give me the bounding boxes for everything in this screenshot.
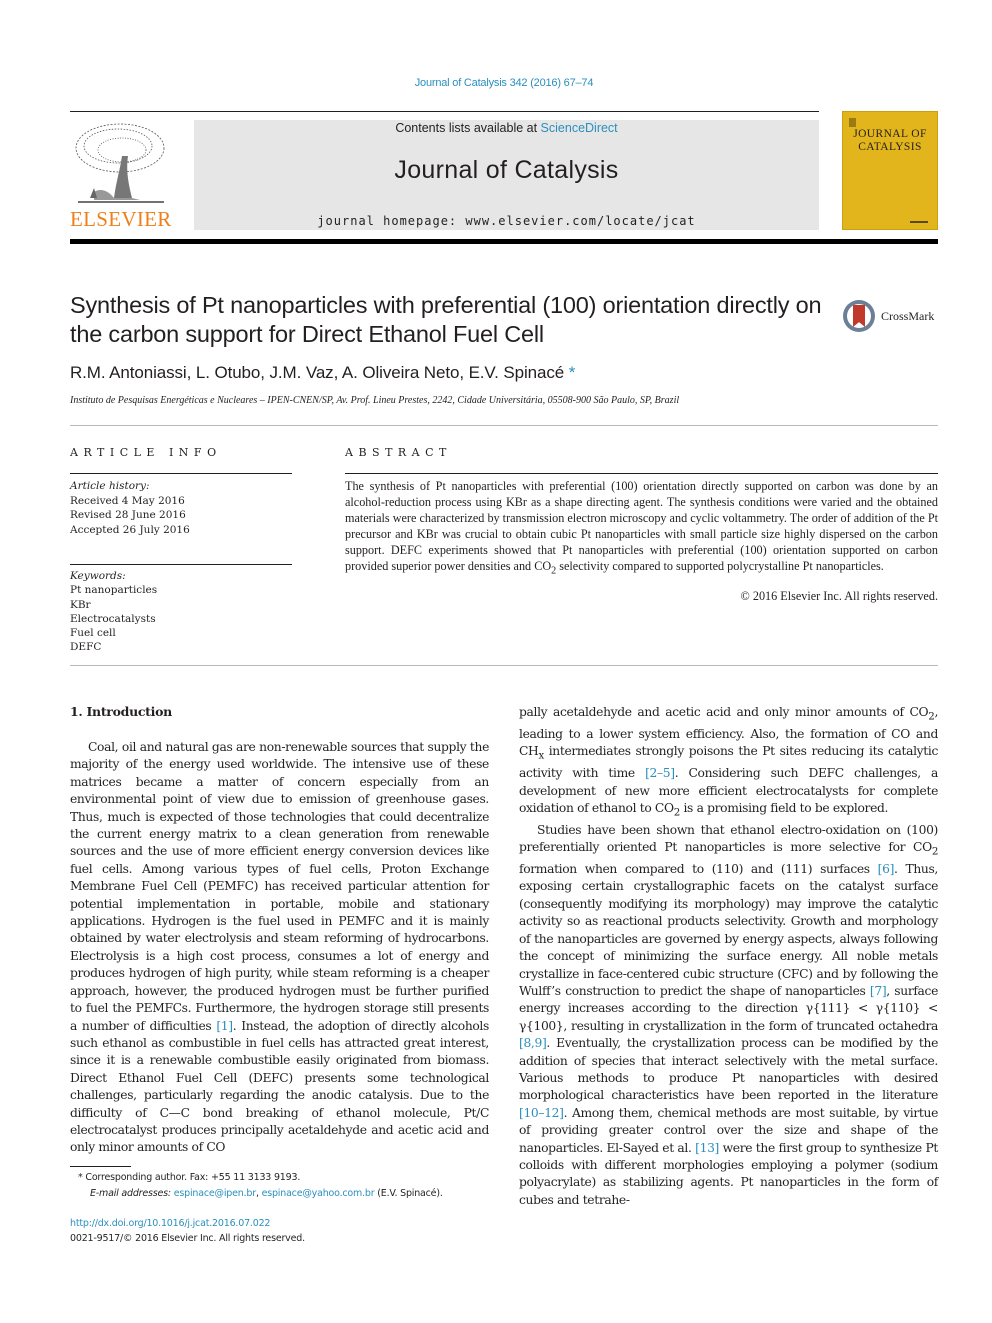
body-paragraph: pally acetaldehyde and acetic acid and o… [519, 705, 938, 819]
history-received: Received 4 May 2016 [70, 494, 185, 507]
header-thick-rule [70, 239, 938, 244]
keyword-item: Fuel cell [70, 627, 116, 640]
abstract-heading: ABSTRACT [345, 446, 452, 459]
keywords-rule [70, 564, 292, 565]
journal-banner: Contents lists available at ScienceDirec… [194, 120, 819, 230]
article-history: Article history: Received 4 May 2016 Rev… [70, 479, 190, 537]
keyword-item: DEFC [70, 641, 102, 654]
issn-copyright: 0021-9517/© 2016 Elsevier Inc. All right… [70, 1233, 305, 1244]
affiliation: Instituto de Pesquisas Energéticas e Nuc… [70, 395, 680, 406]
keyword-item: Pt nanoparticles [70, 584, 158, 597]
journal-citation-link[interactable]: Journal of Catalysis 342 (2016) 67–74 [0, 77, 992, 89]
crossmark-button[interactable]: CrossMark [843, 298, 943, 334]
history-accepted: Accepted 26 July 2016 [70, 523, 190, 536]
history-revised: Revised 28 June 2016 [70, 509, 186, 521]
footnote: * Corresponding author. Fax: +55 11 3133… [78, 1170, 443, 1202]
section-divider [70, 665, 938, 666]
elsevier-wordmark: ELSEVIER [70, 207, 172, 231]
keywords-label: Keywords: [70, 570, 126, 582]
abstract-text: The synthesis of Pt nanoparticles with p… [345, 479, 938, 577]
abstract-rule [345, 473, 938, 474]
keyword-item: KBr [70, 598, 91, 611]
cover-title: JOURNAL OF CATALYSIS [843, 128, 937, 154]
header-rule [70, 111, 819, 112]
citation-link[interactable]: [7] [870, 984, 887, 998]
article-title: Synthesis of Pt nanoparticles with prefe… [70, 292, 822, 347]
email-link[interactable]: espinace@yahoo.com.br [262, 1188, 375, 1199]
sciencedirect-link[interactable]: ScienceDirect [541, 121, 618, 135]
crossmark-label: CrossMark [881, 308, 935, 323]
body-paragraph: Coal, oil and natural gas are non-renewa… [70, 740, 489, 1155]
cover-title-line2: CATALYSIS [858, 141, 922, 153]
body-column-right: pally acetaldehyde and acetic acid and o… [519, 704, 938, 1209]
author-list: R.M. Antoniassi, L. Otubo, J.M. Vaz, A. … [70, 363, 575, 383]
history-label: Article history: [70, 480, 150, 492]
journal-cover-thumbnail[interactable]: JOURNAL OF CATALYSIS [842, 111, 938, 230]
citation-link[interactable]: [13] [695, 1141, 719, 1155]
contents-prefix: Contents lists available at [395, 121, 541, 135]
citation-link[interactable]: [8,9] [519, 1036, 547, 1050]
keywords: Keywords: Pt nanoparticles KBr Electroca… [70, 569, 157, 655]
email-addresses: E-mail addresses: espinace@ipen.br, espi… [90, 1188, 443, 1199]
corresponding-author-note: * Corresponding author. Fax: +55 11 3133… [78, 1172, 301, 1183]
abstract-copyright: © 2016 Elsevier Inc. All rights reserved… [740, 589, 938, 603]
email-link[interactable]: espinace@ipen.br [174, 1188, 256, 1199]
journal-name: Journal of Catalysis [394, 156, 619, 184]
doi-link[interactable]: http://dx.doi.org/10.1016/j.jcat.2016.07… [70, 1218, 270, 1229]
article-info-heading: ARTICLE INFO [70, 446, 222, 459]
elsevier-logo[interactable]: ELSEVIER [70, 120, 172, 232]
doi-block: http://dx.doi.org/10.1016/j.jcat.2016.07… [70, 1216, 305, 1246]
citation-link[interactable]: [2–5] [645, 766, 675, 780]
citation-link[interactable]: [6] [878, 862, 895, 876]
corresponding-author-link[interactable]: * [569, 363, 576, 382]
crossmark-icon [843, 300, 875, 332]
cover-title-line1: JOURNAL OF [853, 128, 927, 140]
authors-text: R.M. Antoniassi, L. Otubo, J.M. Vaz, A. … [70, 363, 565, 382]
section-title-introduction: 1. Introduction [70, 704, 172, 719]
body-column-left: Coal, oil and natural gas are non-renewa… [70, 739, 489, 1157]
contents-line: Contents lists available at ScienceDirec… [194, 121, 819, 135]
keyword-item: Electrocatalysts [70, 612, 156, 625]
elsevier-tree-icon [75, 123, 165, 203]
section-divider [70, 425, 938, 426]
body-paragraph: Studies have been shown that ethanol ele… [519, 822, 938, 1207]
citation-link[interactable]: [10–12] [519, 1106, 564, 1120]
cover-logo-icon [849, 118, 856, 127]
article-info-rule [70, 473, 292, 474]
citation-link[interactable]: [1] [216, 1019, 233, 1033]
footnote-rule [70, 1166, 131, 1167]
cover-publisher-mark [910, 221, 928, 223]
journal-homepage[interactable]: journal homepage: www.elsevier.com/locat… [194, 214, 819, 228]
